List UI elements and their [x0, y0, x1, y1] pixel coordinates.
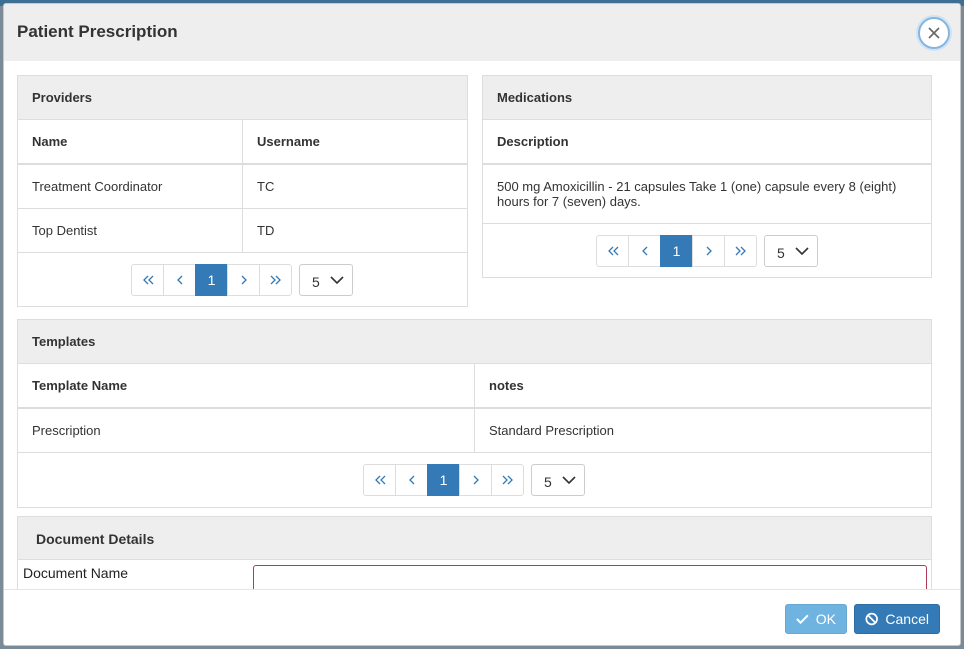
cell-name: Treatment Coordinator: [18, 164, 243, 209]
ban-icon: [865, 612, 878, 626]
close-icon: [928, 27, 940, 39]
page-size-value: 5: [312, 273, 320, 290]
first-page-button[interactable]: [596, 234, 629, 267]
page-size-select[interactable]: 5: [299, 263, 353, 296]
column-header-username[interactable]: Username: [242, 120, 467, 165]
page-1-button[interactable]: 1: [427, 463, 460, 496]
medications-title: Medications: [483, 76, 931, 120]
first-page-button[interactable]: [363, 463, 396, 496]
medications-panel: Medications Description 500 mg Amoxicill…: [482, 75, 932, 278]
first-page-button[interactable]: [131, 263, 164, 296]
next-page-button[interactable]: [692, 234, 725, 267]
page-size-select[interactable]: 5: [764, 234, 818, 267]
column-header-description[interactable]: Description: [483, 120, 931, 165]
last-page-button[interactable]: [724, 234, 757, 267]
last-page-button[interactable]: [491, 463, 524, 496]
document-name-input[interactable]: [253, 565, 927, 589]
dialog-footer: OK Cancel: [4, 589, 960, 645]
templates-panel: Templates Template Name notes Prescripti…: [17, 319, 932, 508]
page-size-value: 5: [777, 244, 785, 261]
double-chevron-right-icon: [270, 275, 281, 284]
dialog-titlebar: Patient Prescription: [4, 4, 960, 61]
prev-page-button[interactable]: [163, 263, 196, 296]
providers-panel: Providers Name Username Treatment Coordi…: [17, 75, 468, 307]
cell-notes: Standard Prescription: [474, 408, 931, 453]
prev-page-button[interactable]: [395, 463, 428, 496]
ok-label: OK: [815, 611, 836, 627]
document-details-title: Document Details: [18, 517, 931, 560]
column-header-template-name[interactable]: Template Name: [18, 364, 475, 409]
document-details-panel: Document Details Document Name: [17, 516, 932, 589]
chevron-down-icon: [330, 275, 344, 284]
cancel-label: Cancel: [885, 611, 929, 627]
next-page-button[interactable]: [227, 263, 260, 296]
prescription-dialog: Patient Prescription Providers Name User…: [3, 3, 961, 646]
cell-name: Top Dentist: [18, 208, 243, 253]
document-name-label: Document Name: [23, 565, 129, 581]
medications-pagination: 1 5: [483, 224, 931, 278]
providers-pagination: 1 5: [18, 253, 467, 307]
cell-username: TD: [242, 208, 467, 253]
check-icon: [796, 614, 809, 625]
double-chevron-right-icon: [502, 475, 513, 484]
page-size-select[interactable]: 5: [531, 463, 585, 496]
prev-page-button[interactable]: [628, 234, 661, 267]
last-page-button[interactable]: [259, 263, 292, 296]
providers-table: Name Username Treatment Coordinator TC T…: [18, 120, 467, 253]
table-row[interactable]: Prescription Standard Prescription: [18, 408, 931, 453]
column-header-name[interactable]: Name: [18, 120, 243, 165]
chevron-down-icon: [562, 475, 576, 484]
next-page-button[interactable]: [459, 463, 492, 496]
cell-template-name: Prescription: [18, 408, 475, 453]
cancel-button[interactable]: Cancel: [854, 604, 940, 634]
cell-username: TC: [242, 164, 467, 209]
close-button[interactable]: [918, 17, 950, 49]
dialog-title: Patient Prescription: [17, 22, 178, 41]
page-1-button[interactable]: 1: [195, 263, 228, 296]
page-1-button[interactable]: 1: [660, 234, 693, 267]
chevron-right-icon: [473, 475, 479, 484]
double-chevron-left-icon: [607, 246, 618, 255]
dialog-content[interactable]: Providers Name Username Treatment Coordi…: [4, 61, 960, 589]
double-chevron-right-icon: [735, 246, 746, 255]
table-row[interactable]: Top Dentist TD: [18, 208, 467, 253]
page-size-value: 5: [544, 473, 552, 490]
providers-title: Providers: [18, 76, 467, 120]
chevron-left-icon: [176, 275, 182, 284]
ok-button[interactable]: OK: [785, 604, 847, 634]
double-chevron-left-icon: [374, 475, 385, 484]
column-header-notes[interactable]: notes: [474, 364, 931, 409]
chevron-right-icon: [706, 246, 712, 255]
chevron-down-icon: [795, 246, 809, 255]
templates-pagination: 1 5: [18, 453, 931, 507]
medications-table: Description 500 mg Amoxicillin - 21 caps…: [483, 120, 931, 224]
chevron-left-icon: [408, 475, 414, 484]
table-row[interactable]: Treatment Coordinator TC: [18, 164, 467, 209]
templates-title: Templates: [18, 320, 931, 364]
cell-description: 500 mg Amoxicillin - 21 capsules Take 1 …: [483, 164, 931, 224]
chevron-left-icon: [641, 246, 647, 255]
double-chevron-left-icon: [142, 275, 153, 284]
table-row[interactable]: 500 mg Amoxicillin - 21 capsules Take 1 …: [483, 164, 931, 224]
templates-table: Template Name notes Prescription Standar…: [18, 364, 931, 453]
chevron-right-icon: [241, 275, 247, 284]
